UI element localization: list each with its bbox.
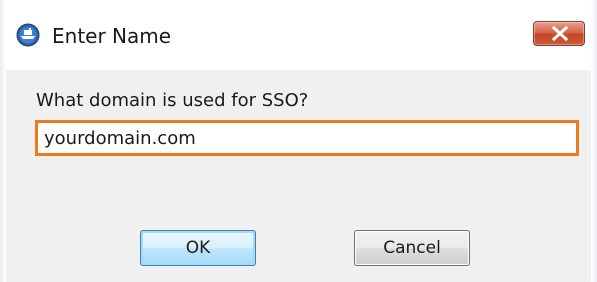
enter-name-dialog: Enter Name What domain is used for SSO? … [0, 0, 597, 282]
prompt-label: What domain is used for SSO? [36, 90, 309, 111]
domain-input[interactable] [38, 123, 576, 153]
close-icon [551, 25, 569, 42]
title-bar[interactable]: Enter Name [0, 0, 597, 70]
close-button[interactable] [533, 21, 585, 46]
app-icon [16, 23, 40, 47]
ok-button[interactable]: OK [140, 230, 256, 266]
window-border-left [0, 0, 6, 282]
domain-input-frame[interactable] [35, 120, 579, 156]
cancel-button[interactable]: Cancel [354, 230, 470, 266]
window-title: Enter Name [52, 24, 172, 48]
window-border-right [591, 0, 597, 282]
